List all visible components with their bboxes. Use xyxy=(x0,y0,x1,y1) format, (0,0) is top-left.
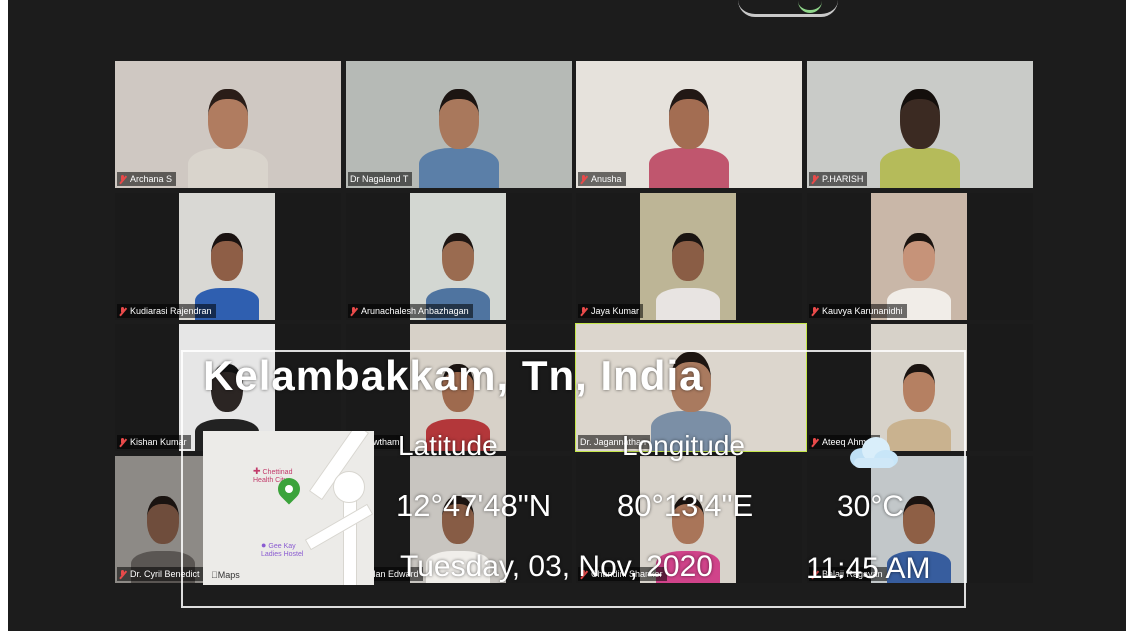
latitude-label: Latitude xyxy=(398,430,498,461)
top-logo-mark xyxy=(738,0,838,17)
participant-name: Kudiarasi Rajendran xyxy=(130,306,212,316)
participant-name-tag: Anusha xyxy=(578,172,626,186)
location-text: Kelambakkam, Tn, India xyxy=(203,352,704,399)
participant-figure xyxy=(656,288,720,320)
participant-name-tag: Dr Nagaland T xyxy=(348,172,413,186)
map-place-label: ● Gee Kay Ladies Hostel xyxy=(261,540,304,559)
latitude-value: 12°47'48"N xyxy=(396,488,552,523)
date-text: Tuesday, 03, Nov, 2020 xyxy=(400,550,713,583)
participant-name: Kauvya Karunanidhi xyxy=(822,306,903,316)
participant-name: Dr Nagaland T xyxy=(350,174,409,184)
participant-tile[interactable]: Kauvya Karunanidhi xyxy=(807,193,1033,320)
temperature-value: 30°C xyxy=(837,490,905,523)
participant-figure xyxy=(649,148,729,188)
muted-mic-icon xyxy=(119,437,126,447)
participant-figure xyxy=(880,148,960,188)
participant-video xyxy=(115,61,341,188)
participant-face xyxy=(211,233,243,282)
participant-face xyxy=(672,233,704,282)
participant-name-tag: Kauvya Karunanidhi xyxy=(809,304,907,318)
participant-face xyxy=(442,233,474,282)
participant-face xyxy=(903,233,935,282)
map-roundabout xyxy=(333,471,365,503)
participant-name-tag: P.HARISH xyxy=(809,172,868,186)
participant-face xyxy=(900,89,940,149)
participant-tile[interactable]: Archana S xyxy=(115,61,341,188)
participant-video xyxy=(346,61,572,188)
participant-name: Kishan Kumar xyxy=(130,437,187,447)
participant-tile[interactable]: P.HARISH xyxy=(807,61,1033,188)
participant-name: P.HARISH xyxy=(822,174,864,184)
apple-icon:  xyxy=(211,570,218,580)
time-text: 11:45 AM xyxy=(806,552,931,585)
participant-video xyxy=(640,193,736,320)
map-road xyxy=(304,503,374,551)
map-thumbnail[interactable]: ✚ Chettinad Health City ● Gee Kay Ladies… xyxy=(203,431,374,585)
participant-video xyxy=(179,193,275,320)
weather-cloud-icon xyxy=(846,436,900,470)
participant-figure xyxy=(188,148,268,188)
participant-name: Jaya Kumar xyxy=(591,306,640,316)
participant-video xyxy=(410,193,506,320)
participant-face xyxy=(669,89,709,149)
muted-mic-icon xyxy=(119,569,126,579)
participant-tile[interactable]: Dr Nagaland T xyxy=(346,61,572,188)
participant-video xyxy=(871,193,967,320)
participant-figure xyxy=(419,148,499,188)
participant-video xyxy=(576,61,802,188)
participant-name: Arunachalesh Anbazhagan xyxy=(361,306,469,316)
muted-mic-icon xyxy=(811,306,818,316)
participant-name: Anusha xyxy=(591,174,622,184)
muted-mic-icon xyxy=(580,306,587,316)
participant-face xyxy=(439,89,479,149)
participant-video xyxy=(807,61,1033,188)
longitude-value: 80°13'4"E xyxy=(617,488,754,523)
participant-name-tag: Archana S xyxy=(117,172,177,186)
participant-name-tag: Arunachalesh Anbazhagan xyxy=(348,304,473,318)
longitude-label: Longitude xyxy=(622,430,746,461)
participant-face xyxy=(208,89,248,149)
participant-name: Archana S xyxy=(130,174,173,184)
participant-name-tag: Kishan Kumar xyxy=(117,435,191,449)
muted-mic-icon xyxy=(350,306,357,316)
participant-name-tag: Kudiarasi Rajendran xyxy=(117,304,216,318)
participant-tile[interactable]: Anusha xyxy=(576,61,802,188)
participant-face xyxy=(147,496,179,545)
participant-tile[interactable]: Kudiarasi Rajendran xyxy=(115,193,341,320)
muted-mic-icon xyxy=(119,306,126,316)
participant-tile[interactable]: Arunachalesh Anbazhagan xyxy=(346,193,572,320)
maps-logo: Maps xyxy=(211,570,240,580)
muted-mic-icon xyxy=(119,174,126,184)
participant-tile[interactable]: Jaya Kumar xyxy=(576,193,802,320)
muted-mic-icon xyxy=(580,174,587,184)
participant-name-tag: Jaya Kumar xyxy=(578,304,644,318)
muted-mic-icon xyxy=(811,174,818,184)
